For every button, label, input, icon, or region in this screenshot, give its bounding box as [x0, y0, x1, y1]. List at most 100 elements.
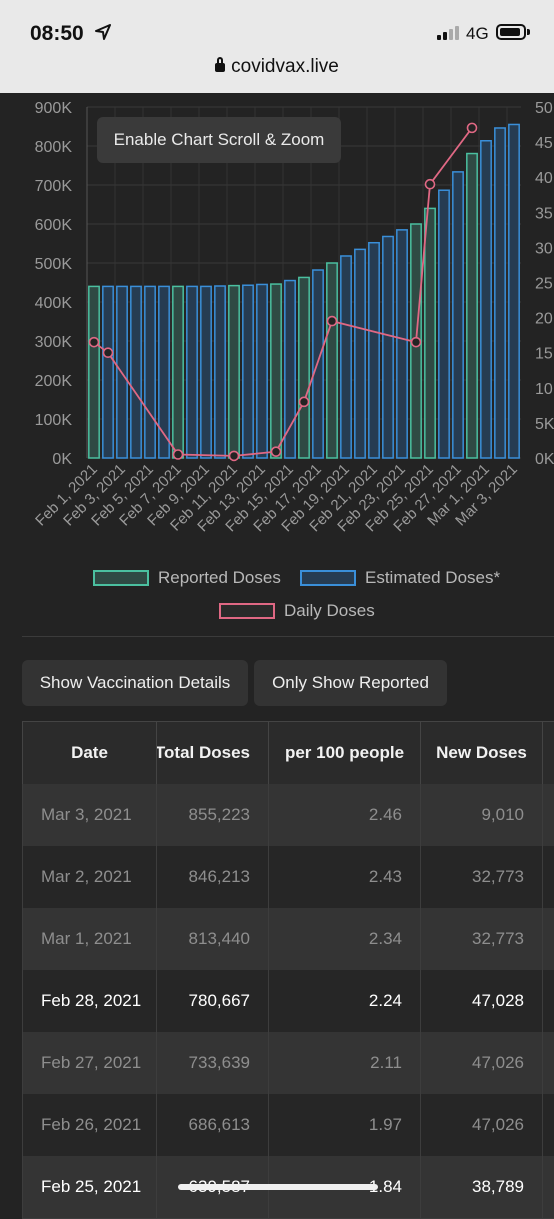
- chart-bar: [382, 235, 394, 459]
- cell-per100: 2.43: [268, 846, 420, 908]
- cell-per100: 2.24: [268, 970, 420, 1032]
- header-new-doses[interactable]: New Doses: [420, 722, 542, 784]
- chart-bar: [270, 283, 282, 459]
- y-left-tick-label: 700K: [35, 178, 73, 195]
- enable-chart-zoom-button[interactable]: Enable Chart Scroll & Zoom: [97, 117, 341, 163]
- table-row[interactable]: Feb 26, 2021 686,613 1.97 47,026: [22, 1094, 554, 1157]
- y-left-tick-label: 900K: [35, 100, 73, 117]
- chart-bar: [466, 152, 478, 459]
- cell-new: 47,026: [420, 1094, 542, 1156]
- y-right-tick-label: 50: [535, 100, 553, 117]
- table-row[interactable]: Mar 3, 2021 855,223 2.46 9,010: [22, 784, 554, 847]
- y-right-tick-label: 0K: [535, 451, 554, 468]
- daily-doses-point: [270, 446, 282, 457]
- chart-bar: [200, 285, 212, 459]
- daily-doses-point: [410, 336, 422, 348]
- cell-new: 32,773: [420, 908, 542, 970]
- legend-estimated[interactable]: Estimated Doses*: [300, 568, 500, 588]
- table-row[interactable]: Feb 27, 2021 733,639 2.11 47,026: [22, 1032, 554, 1095]
- cell-overflow: [542, 1094, 554, 1156]
- y-right-tick-label: 10: [535, 381, 553, 398]
- cell-total: 780,667: [156, 970, 268, 1032]
- cell-new: 38,789: [420, 1156, 542, 1218]
- location-arrow-icon: [95, 24, 111, 40]
- chart-bar: [130, 285, 142, 459]
- lock-icon: [215, 57, 226, 72]
- section-divider: [22, 636, 554, 637]
- cell-overflow: [542, 846, 554, 908]
- y-right-tick-label: 35: [535, 205, 553, 222]
- chart-bar: [186, 285, 198, 459]
- y-left-tick-label: 600K: [35, 217, 73, 234]
- legend-reported[interactable]: Reported Doses: [93, 568, 281, 588]
- legend-reported-label: Reported Doses: [158, 568, 281, 587]
- y-left-tick-label: 0K: [52, 451, 72, 468]
- home-indicator[interactable]: [178, 1184, 378, 1190]
- battery-icon: [496, 24, 526, 40]
- cell-new: 32,773: [420, 846, 542, 908]
- cell-overflow: [542, 908, 554, 970]
- y-left-tick-label: 100K: [35, 412, 73, 429]
- daily-doses-point: [172, 449, 184, 460]
- legend-daily-label: Daily Doses: [284, 601, 375, 620]
- network-type: 4G: [466, 24, 489, 43]
- chart-bar: [354, 248, 366, 459]
- vaccination-chart: 0K 100K 200K 300K 400K 500K 600K 700K 800K 900K 0K…: [0, 93, 554, 638]
- chart-bar: [452, 171, 464, 459]
- y-right-tick-label: 40: [535, 170, 553, 187]
- y-left-tick-label: 400K: [35, 295, 73, 312]
- cell-total: 813,440: [156, 908, 268, 970]
- chart-bar: [144, 285, 156, 459]
- address-bar[interactable]: covidvax.live: [0, 56, 554, 78]
- browser-status-bar: 08:50 4G covidvax.live: [0, 0, 554, 93]
- cell-date: Feb 27, 2021: [22, 1032, 156, 1094]
- chart-bar: [256, 283, 268, 459]
- cell-total: 686,613: [156, 1094, 268, 1156]
- y-left-tick-label: 800K: [35, 139, 73, 156]
- chart-bar: [424, 207, 436, 459]
- chart-bar: [158, 285, 170, 459]
- header-date[interactable]: Date: [22, 722, 156, 784]
- signal-strength-icon: [437, 26, 461, 40]
- cell-new: 47,026: [420, 1032, 542, 1094]
- cell-date: Mar 3, 2021: [22, 784, 156, 846]
- show-vaccination-details-button[interactable]: Show Vaccination Details: [22, 660, 248, 706]
- header-per-100[interactable]: per 100 people: [268, 722, 420, 784]
- chart-bar: [214, 285, 226, 459]
- cell-total: 733,639: [156, 1032, 268, 1094]
- y-right-tick-label: 25: [535, 276, 553, 293]
- daily-doses-point: [228, 450, 240, 462]
- header-total-doses[interactable]: Total Doses*: [156, 722, 268, 784]
- y-left-tick-label: 300K: [35, 334, 73, 351]
- table-row[interactable]: Mar 2, 2021 846,213 2.43 32,773: [22, 846, 554, 909]
- y-right-tick-label: 15: [535, 346, 553, 363]
- only-show-reported-button[interactable]: Only Show Reported: [254, 660, 447, 706]
- chart-bar: [102, 285, 114, 459]
- cell-new: 9,010: [420, 784, 542, 846]
- y-right-tick-label: 5K: [535, 416, 554, 433]
- chart-bar: [508, 123, 520, 459]
- chart-bar: [88, 285, 100, 459]
- daily-doses-point: [424, 178, 436, 190]
- table-row[interactable]: Mar 1, 2021 813,440 2.34 32,773: [22, 908, 554, 971]
- cell-date: Mar 2, 2021: [22, 846, 156, 908]
- cell-overflow: [542, 784, 554, 846]
- cell-date: Feb 28, 2021: [22, 970, 156, 1032]
- chart-bar: [340, 255, 352, 459]
- daily-doses-point: [298, 396, 310, 408]
- legend-reported-swatch: [93, 570, 149, 586]
- chart-bar: [228, 284, 240, 459]
- chart-bar: [494, 127, 506, 459]
- cell-date: Feb 26, 2021: [22, 1094, 156, 1156]
- chart-bar: [480, 140, 492, 459]
- y-right-tick-label: 45: [535, 135, 553, 152]
- legend-estimated-label: Estimated Doses*: [365, 568, 501, 587]
- y-right-tick-label: 30: [535, 240, 553, 257]
- chart-bar: [242, 284, 254, 459]
- cell-per100: 2.46: [268, 784, 420, 846]
- url-text: covidvax.live: [231, 56, 339, 77]
- y-left-tick-label: 500K: [35, 256, 73, 273]
- chart-canvas: 0K 100K 200K 300K 400K 500K 600K 700K 800K 900K 0K…: [32, 100, 554, 535]
- table-row[interactable]: Feb 28, 2021 780,667 2.24 47,028: [22, 970, 554, 1033]
- legend-daily[interactable]: Daily Doses: [219, 601, 375, 621]
